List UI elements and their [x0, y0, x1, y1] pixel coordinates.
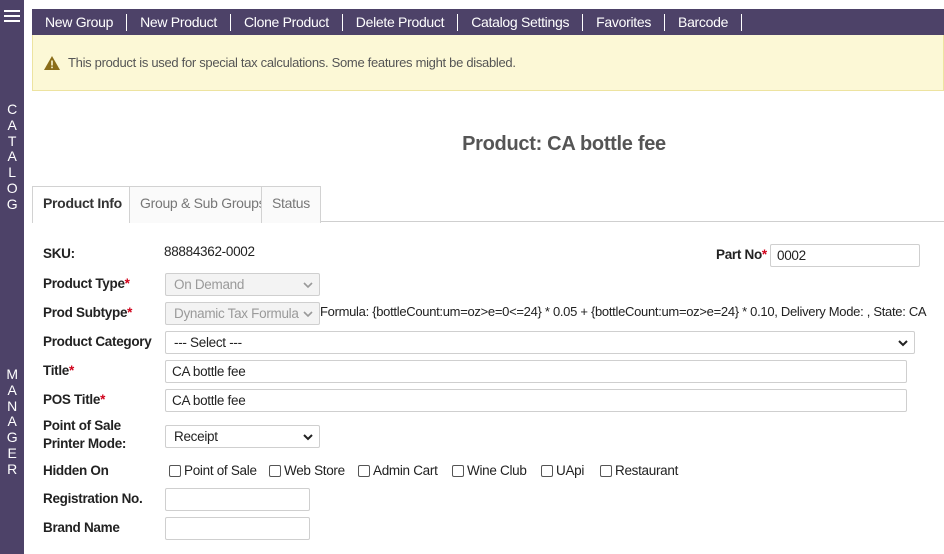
tab-group-sub-groups[interactable]: Group & Sub Groups [129, 186, 277, 223]
sidebar-label-manager: MANAGER [6, 366, 18, 477]
checkbox-icon [541, 464, 553, 477]
warning-icon [44, 55, 60, 70]
hidden-on-pos-checkbox[interactable]: Point of Sale [169, 463, 257, 478]
brand-name-label: Brand Name [43, 520, 120, 535]
new-group-button[interactable]: New Group [32, 13, 128, 31]
hidden-on-uapi-checkbox[interactable]: UApi [541, 463, 584, 478]
brand-name-input[interactable] [165, 517, 310, 540]
chevron-down-icon [303, 282, 313, 289]
product-type-select[interactable]: On Demand [165, 273, 320, 296]
prod-subtype-label: Prod Subtype* [43, 305, 133, 320]
catalog-settings-button[interactable]: Catalog Settings [458, 13, 584, 31]
registration-no-label: Registration No. [43, 491, 143, 506]
product-category-select[interactable]: --- Select --- [165, 331, 915, 354]
product-type-label: Product Type* [43, 276, 130, 291]
tab-product-info[interactable]: Product Info [32, 186, 133, 223]
part-no-label: Part No* [716, 247, 767, 262]
barcode-button[interactable]: Barcode [665, 13, 743, 31]
hidden-on-restaurant-checkbox[interactable]: Restaurant [600, 463, 678, 478]
printer-mode-select[interactable]: Receipt [165, 425, 320, 448]
tax-warning-alert: This product is used for special tax cal… [32, 35, 944, 91]
catalog-sidebar: CATALOG MANAGER [0, 0, 24, 554]
alert-text: This product is used for special tax cal… [68, 55, 516, 70]
title-input[interactable]: CA bottle fee [165, 360, 907, 383]
hidden-on-admincart-checkbox[interactable]: Admin Cart [358, 463, 438, 478]
hidden-on-webstore-checkbox[interactable]: Web Store [269, 463, 345, 478]
printer-mode-label: Point of Sale Printer Mode: [43, 418, 127, 451]
registration-no-input[interactable] [165, 488, 310, 511]
page-title: Product: CA bottle fee [462, 133, 666, 155]
checkbox-icon [169, 464, 181, 477]
pos-title-input[interactable]: CA bottle fee [165, 389, 907, 412]
new-product-button[interactable]: New Product [127, 13, 231, 31]
formula-text: Formula: {bottleCount:um=oz>e=0<=24} * 0… [320, 304, 927, 319]
product-category-label: Product Category [43, 334, 152, 349]
sku-value: 88884362-0002 [164, 244, 255, 259]
top-toolbar: New Group New Product Clone Product Dele… [32, 9, 944, 35]
hidden-on-label: Hidden On [43, 463, 109, 478]
tab-status[interactable]: Status [261, 186, 321, 223]
prod-subtype-select[interactable]: Dynamic Tax Formula [165, 302, 320, 325]
chevron-down-icon [303, 311, 313, 318]
checkbox-icon [358, 464, 370, 477]
checkbox-icon [269, 464, 281, 477]
product-tabs: Product Info Group & Sub Groups Status [32, 186, 944, 223]
delete-product-button[interactable]: Delete Product [343, 13, 459, 31]
hamburger-menu-icon[interactable] [4, 10, 20, 24]
checkbox-icon [600, 464, 612, 477]
hidden-on-wineclub-checkbox[interactable]: Wine Club [452, 463, 527, 478]
sku-label: SKU: [43, 246, 75, 261]
pos-title-label: POS Title* [43, 392, 106, 407]
chevron-down-icon [898, 340, 908, 347]
clone-product-button[interactable]: Clone Product [231, 13, 343, 31]
checkbox-icon [452, 464, 464, 477]
sidebar-label-catalog: CATALOG [6, 101, 18, 212]
part-no-input[interactable]: 0002 [770, 244, 920, 267]
chevron-down-icon [303, 434, 313, 441]
title-label: Title* [43, 363, 74, 378]
favorites-button[interactable]: Favorites [583, 13, 666, 31]
